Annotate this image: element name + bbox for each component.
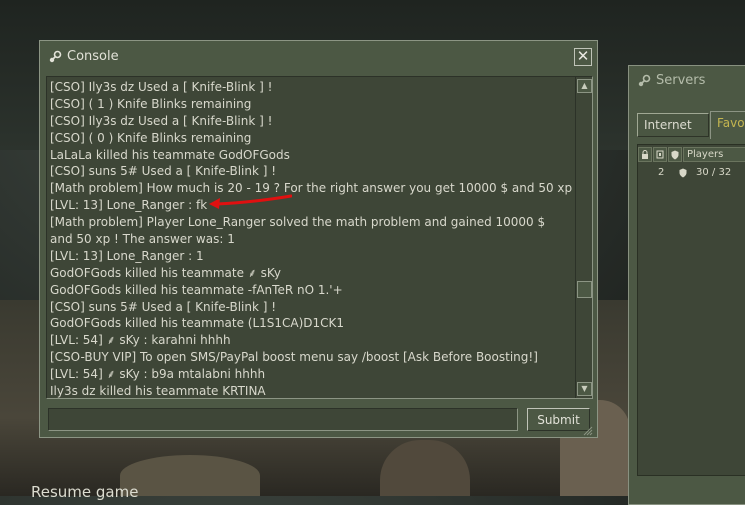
console-line: [CSO] Ily3s dz Used a [ Knife-Blink ] ! [50, 113, 273, 128]
scroll-up-button[interactable]: ▲ [577, 79, 592, 93]
console-line: [CSO-BUY VIP] To open SMS/PayPal boost m… [50, 350, 538, 365]
console-window: Console ✕ [CSO] Ily3s dz Used a [ Knife-… [39, 40, 598, 438]
console-line: GodOFGods killed his teammate (L1S1CA)D1… [50, 316, 345, 331]
resume-game-menu-item[interactable]: Resume game [31, 483, 138, 501]
console-line: [LVL: 54] ⸙ sKy : karahni hhhh [50, 333, 231, 348]
console-line: Ily3s dz killed his teammate KRTINA [50, 384, 266, 399]
bots-column-header[interactable] [653, 147, 667, 162]
shield-icon [679, 168, 687, 178]
submit-button[interactable]: Submit [527, 408, 590, 431]
console-line: [LVL: 13] Lone_Ranger : fk [50, 198, 208, 213]
scroll-down-button[interactable]: ▼ [577, 382, 592, 396]
players-column-header[interactable]: Players [683, 147, 745, 162]
bots-icon [656, 150, 664, 159]
console-line: [CSO] ( 0 ) Knife Blinks remaining [50, 130, 252, 145]
scroll-thumb[interactable] [577, 281, 592, 298]
steam-icon [49, 50, 62, 62]
lock-column-header[interactable] [638, 147, 652, 162]
resize-grip-icon[interactable] [583, 426, 593, 436]
chevron-down-icon: ▼ [581, 384, 588, 393]
servers-title: Servers [656, 73, 706, 88]
annotation-arrow-icon [209, 194, 292, 209]
console-line: GodOFGods killed his teammate -fAnTeR nO… [50, 282, 343, 297]
console-scrollbar[interactable]: ▲ ▼ [575, 77, 592, 398]
console-log[interactable]: [CSO] Ily3s dz Used a [ Knife-Blink ] ! [… [46, 76, 593, 399]
shield-column-header[interactable] [668, 147, 682, 162]
servers-tabs: Internet Favor [637, 111, 745, 139]
server-list: Players 2 30 / 32 [637, 144, 745, 476]
console-lines: [CSO] Ily3s dz Used a [ Knife-Blink ] ! [… [50, 79, 573, 399]
console-command-input[interactable] [48, 408, 518, 431]
console-line: [CSO] Ily3s dz Used a [ Knife-Blink ] ! [50, 80, 273, 94]
tab-favorites[interactable]: Favor [710, 111, 745, 139]
servers-window: Servers Internet Favor [628, 65, 745, 505]
close-button[interactable]: ✕ [574, 48, 592, 66]
shield-icon [671, 150, 679, 160]
server-row[interactable]: 2 30 / 32 [638, 167, 745, 181]
servers-title-bar: Servers [637, 73, 705, 88]
console-title-bar[interactable]: Console [48, 49, 119, 64]
console-line: [CSO] ( 1 ) Knife Blinks remaining [50, 96, 252, 111]
steam-icon [638, 74, 651, 86]
console-line: LaLaLa killed his teammate GodOFGods [50, 147, 290, 162]
server-list-header: Players [638, 147, 745, 162]
console-line: [Math problem] How much is 20 - 19 ? For… [50, 181, 573, 196]
server-count: 2 [658, 167, 665, 178]
game-background-object [120, 455, 260, 496]
chevron-up-icon: ▲ [581, 81, 588, 90]
console-line: [CSO] suns 5# Used a [ Knife-Blink ] ! [50, 299, 277, 314]
tab-internet[interactable]: Internet [637, 113, 709, 137]
console-line: GodOFGods killed his teammate ⸙ sKy [50, 265, 281, 280]
console-line: [LVL: 54] ⸙ sKy : b9a mtalabni hhhh [50, 367, 266, 382]
close-icon: ✕ [576, 47, 590, 65]
console-title: Console [67, 49, 119, 64]
console-line: [LVL: 13] Lone_Ranger : 1 [50, 248, 204, 263]
lock-icon [642, 150, 648, 159]
server-players: 30 / 32 [696, 167, 732, 178]
console-line: [CSO] suns 5# Used a [ Knife-Blink ] ! [50, 164, 277, 179]
console-line: [Math problem] Player Lone_Ranger solved… [50, 215, 546, 247]
